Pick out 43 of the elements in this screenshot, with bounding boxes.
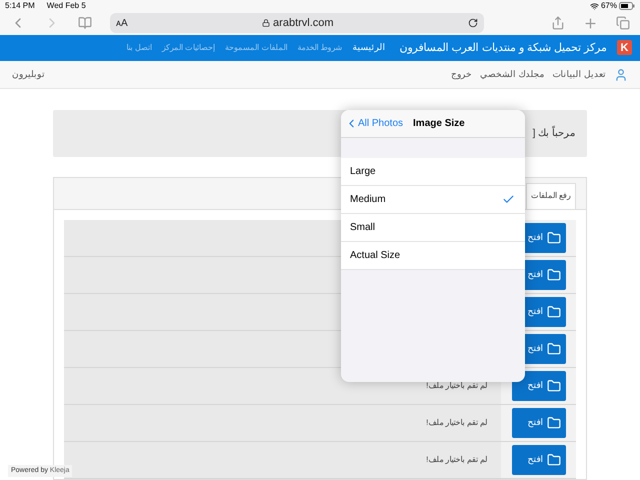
size-option[interactable]: Actual Size [341, 242, 525, 270]
site-title: مركز تحميل شبكة و منتديات العرب المسافرون [400, 40, 607, 56]
new-tab-button[interactable] [583, 16, 598, 31]
user-icon [614, 68, 628, 82]
popover-title: Image Size [413, 117, 465, 131]
reload-icon[interactable] [468, 18, 478, 28]
back-button[interactable]: All Photos [345, 116, 404, 131]
text-size-button[interactable]: ᴀA [116, 16, 128, 31]
user-link[interactable]: خروج [450, 68, 472, 82]
tabs-button[interactable] [616, 16, 630, 30]
share-button[interactable] [551, 16, 565, 30]
folder-icon [546, 452, 560, 467]
size-option[interactable]: Large [341, 158, 525, 186]
folder-icon [546, 230, 560, 245]
size-option[interactable]: Small [341, 214, 525, 242]
size-option[interactable]: Medium [341, 186, 525, 214]
nav-link[interactable]: الرئيسية [352, 41, 386, 55]
site-logo: K [617, 40, 632, 56]
battery-icon [619, 2, 635, 10]
user-link[interactable]: مجلدك الشخصي [480, 68, 544, 82]
status-date: Wed Feb 5 [46, 0, 86, 12]
user-link[interactable]: تعديل البيانات [552, 68, 606, 82]
folder-icon [546, 268, 560, 282]
battery-percent: 67% [600, 0, 617, 12]
username: توبليرون [12, 68, 45, 82]
open-button[interactable]: افتح [512, 444, 566, 475]
tab[interactable]: رفع الملفات [526, 182, 576, 209]
status-time: 5:14 PM [5, 0, 35, 12]
url-text: arabtrvl.com [273, 16, 334, 32]
lock-icon [262, 19, 270, 28]
folder-icon [546, 416, 560, 430]
folder-icon [546, 378, 560, 393]
folder-icon [546, 342, 560, 356]
file-status: لم تقم باختيار ملف! [426, 454, 487, 466]
welcome-text: مرحباً بك [ [532, 126, 575, 141]
bookmarks-button[interactable] [78, 16, 92, 30]
open-button[interactable]: افتح [512, 370, 566, 401]
open-button[interactable]: افتح [512, 408, 566, 438]
folder-icon [546, 304, 560, 319]
file-status: لم تقم باختيار ملف! [426, 380, 487, 392]
address-bar[interactable]: ᴀA arabtrvl.com [110, 13, 484, 34]
file-status: لم تقم باختيار ملف! [426, 416, 487, 429]
wifi-icon [590, 2, 599, 10]
